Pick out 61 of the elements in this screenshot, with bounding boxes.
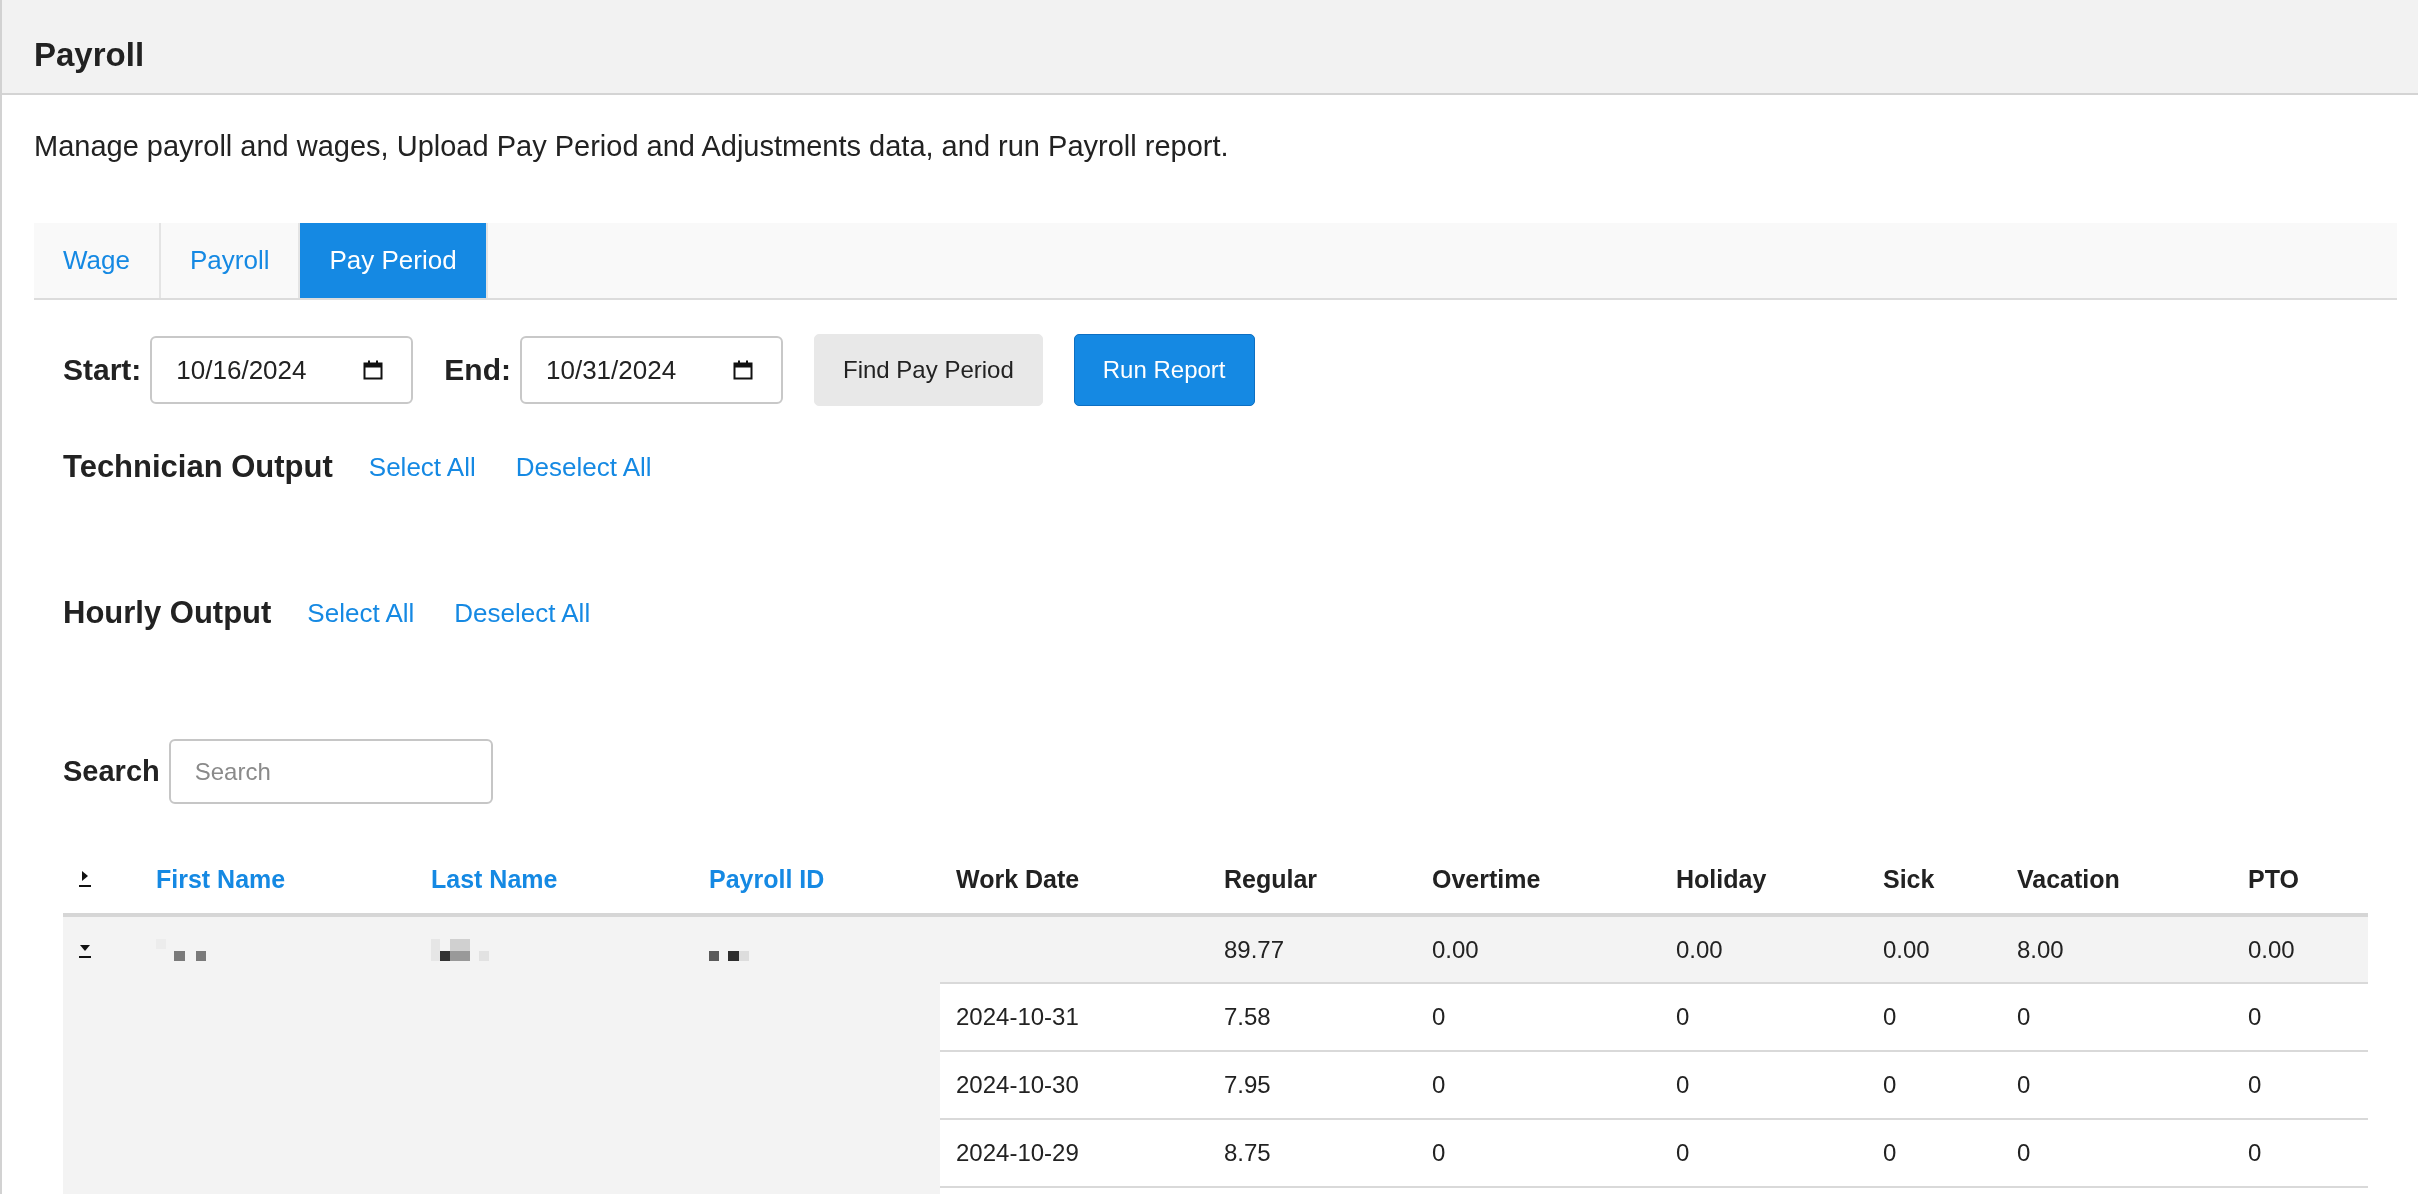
table-cell: 2024-10-31	[956, 1003, 1079, 1031]
column-header: Overtime	[1432, 864, 1541, 894]
table-cell: 0	[1676, 1071, 1690, 1099]
table-cell: 0	[2017, 1139, 2031, 1167]
pixelated-redaction-icon	[156, 938, 206, 961]
select-link[interactable]: Select All	[368, 451, 476, 483]
select-link[interactable]: Deselect All	[454, 597, 591, 629]
section-title: Hourly Output	[63, 595, 272, 631]
table-cell: 2024-10-30	[956, 1071, 1079, 1099]
table-cell: 8.00	[2017, 935, 2064, 964]
caret-right-icon[interactable]	[79, 870, 91, 888]
table-cell: 7.95	[1224, 1071, 1271, 1099]
table-cell: 0	[1432, 1003, 1446, 1031]
start-label: Start:	[63, 353, 142, 387]
table-cell: 0	[1676, 1003, 1690, 1031]
table-cell: 0	[1883, 1003, 1897, 1031]
table-cell: 0	[1432, 1139, 1446, 1167]
column-header: Work Date	[956, 864, 1080, 894]
column-header[interactable]: Payroll ID	[709, 864, 825, 894]
search-field[interactable]: Search	[168, 739, 493, 804]
table-cell: 2024-10-29	[956, 1139, 1079, 1167]
table-cell: 0	[1432, 1071, 1446, 1099]
table-cell: 0	[2248, 1139, 2262, 1167]
run-report-button[interactable]: Run Report	[1073, 334, 1255, 406]
column-header[interactable]: First Name	[156, 864, 286, 894]
table-cell: 0	[2248, 1003, 2262, 1031]
pixelated-redaction-icon	[709, 950, 749, 961]
search-label: Search	[63, 755, 160, 788]
table-cell: 0	[2017, 1003, 2031, 1031]
column-header: PTO	[2248, 864, 2299, 894]
table-cell: 0.00	[2248, 935, 2295, 964]
select-link[interactable]: Deselect All	[515, 451, 652, 483]
column-header[interactable]: Last Name	[431, 864, 558, 894]
tab[interactable]: Wage	[34, 223, 161, 298]
table-cell: 0	[1676, 1139, 1690, 1167]
page-description: Manage payroll and wages, Upload Pay Period and Adjustments data, and run Payroll report.	[34, 129, 1229, 164]
end-label: End:	[444, 353, 511, 387]
start-date-field[interactable]: 10/16/2024	[150, 336, 414, 404]
table-cell: 0.00	[1432, 935, 1479, 964]
table-cell: 0	[2248, 1071, 2262, 1099]
calendar-icon[interactable]	[363, 360, 384, 380]
table-cell: 0.00	[1883, 935, 1930, 964]
column-header: Regular	[1224, 864, 1318, 894]
table-cell: 7.58	[1224, 1003, 1271, 1031]
table-cell: 0.00	[1676, 935, 1723, 964]
column-header: Holiday	[1676, 864, 1767, 894]
table-cell: 8.75	[1224, 1139, 1271, 1167]
table-cell: 0	[2017, 1071, 2031, 1099]
section-title: Technician Output	[63, 449, 333, 485]
column-header: Sick	[1883, 864, 1935, 894]
end-date-field[interactable]: 10/31/2024	[520, 336, 783, 404]
column-header: Vacation	[2017, 864, 2120, 894]
calendar-icon[interactable]	[733, 360, 753, 380]
page-title: Payroll	[34, 36, 145, 73]
select-link[interactable]: Select All	[307, 597, 415, 629]
pixelated-redaction-icon	[431, 938, 489, 961]
find-button[interactable]: Find Pay Period	[814, 334, 1043, 406]
table-cell: 89.77	[1224, 935, 1285, 964]
table-cell: 0	[1883, 1071, 1897, 1099]
table-cell: 0	[1883, 1139, 1897, 1167]
tab[interactable]: Pay Period	[300, 223, 488, 298]
